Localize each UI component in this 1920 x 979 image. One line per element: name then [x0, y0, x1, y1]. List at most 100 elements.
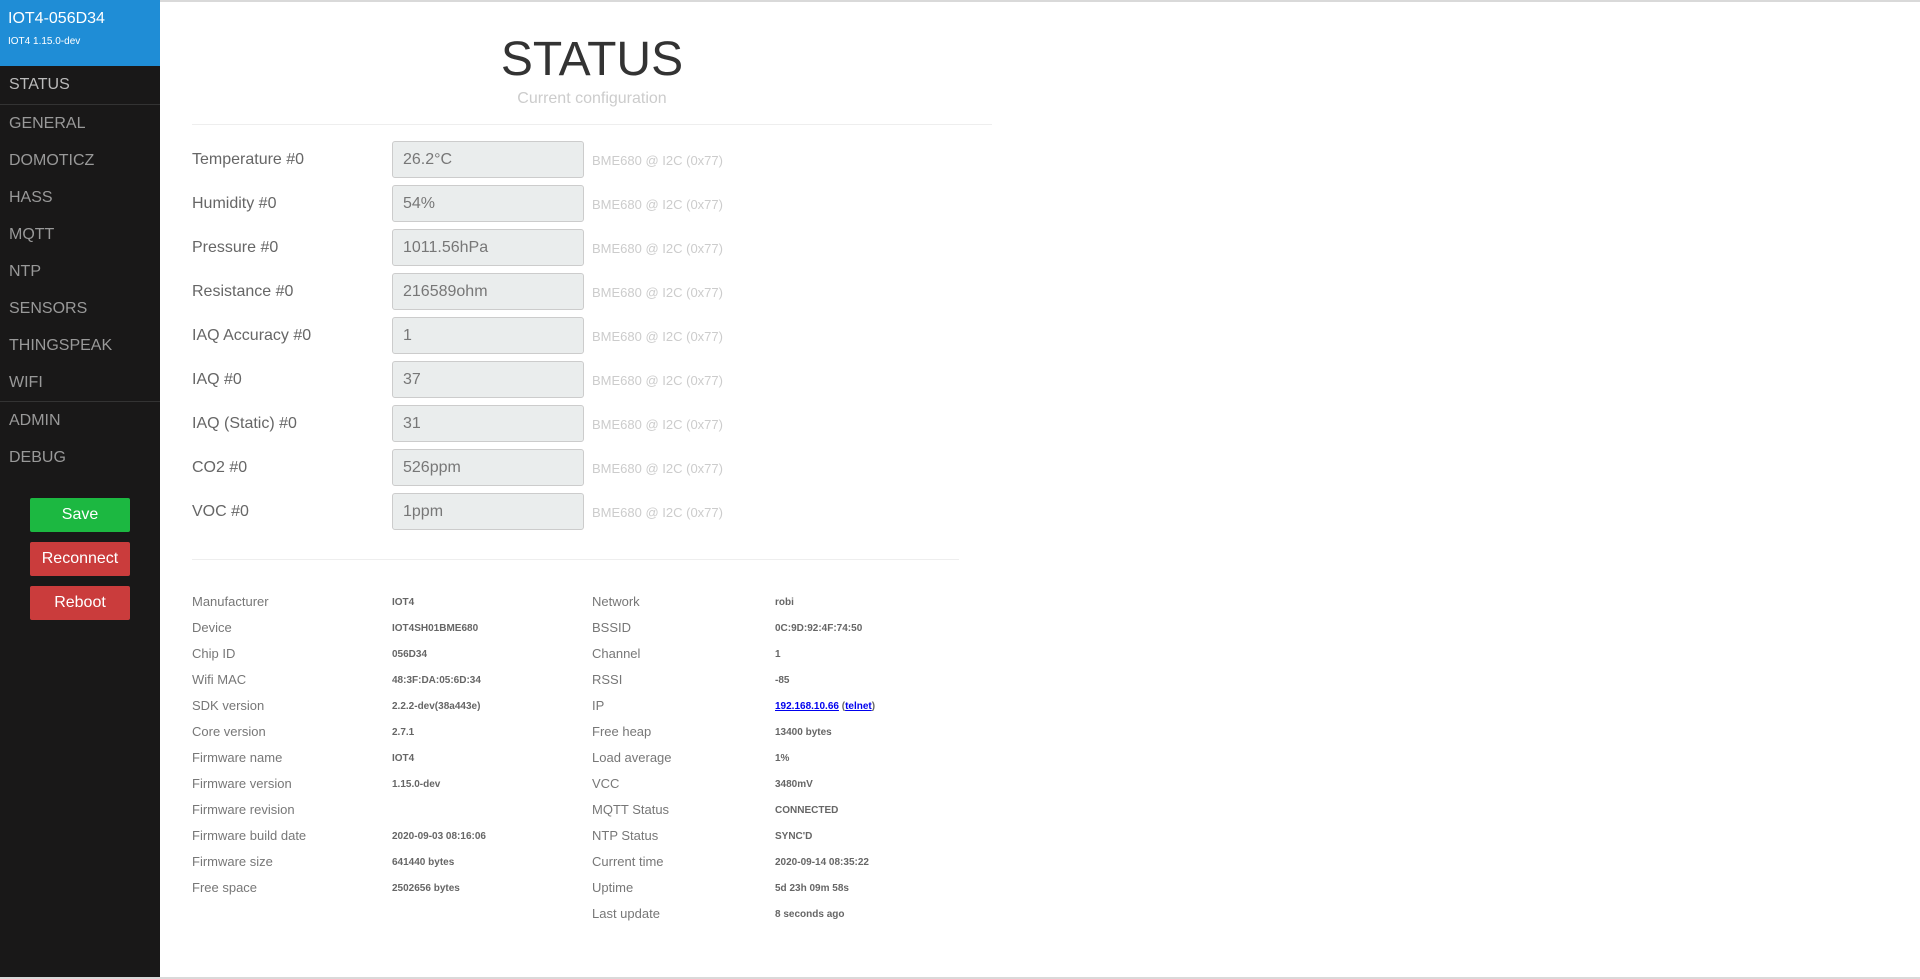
device-name: IOT4-056D34 — [8, 10, 105, 27]
info-value: -85 — [775, 675, 790, 686]
info-label: Firmware name — [192, 750, 283, 765]
iaq-static-field[interactable] — [392, 405, 584, 442]
info-label: Firmware size — [192, 854, 273, 869]
nav-item-wifi[interactable]: WIFI — [0, 364, 160, 401]
iaq-accuracy-field[interactable] — [392, 317, 584, 354]
info-row-sdk-version: SDK version 2.2.2-dev(38a443e) — [192, 696, 572, 722]
info-row-free-space: Free space 2502656 bytes — [192, 878, 572, 904]
info-label: Chip ID — [192, 646, 236, 661]
info-label: Uptime — [592, 880, 634, 895]
sensor-label: Humidity #0 — [192, 195, 277, 212]
info-value: IOT4SH01BME680 — [392, 623, 479, 634]
sensor-source: BME680 @ I2C (0x77) — [592, 505, 723, 520]
sensor-label: VOC #0 — [192, 503, 249, 520]
info-value: 641440 bytes — [392, 857, 455, 868]
info-value: 48:3F:DA:05:6D:34 — [392, 675, 481, 686]
info-row-ntp-status: NTP Status SYNC'D — [592, 826, 972, 852]
info-row-free-heap: Free heap 13400 bytes — [592, 722, 972, 748]
info-row-firmware-name: Firmware name IOT4 — [192, 748, 572, 774]
nav-item-mqtt[interactable]: MQTT — [0, 216, 160, 253]
resistance-field[interactable] — [392, 273, 584, 310]
nav-item-domoticz[interactable]: DOMOTICZ — [0, 142, 160, 179]
nav-item-thingspeak[interactable]: THINGSPEAK — [0, 327, 160, 364]
co2-field[interactable] — [392, 449, 584, 486]
sensor-label: IAQ Accuracy #0 — [192, 327, 312, 344]
info-value: SYNC'D — [775, 831, 813, 842]
reboot-button[interactable]: Reboot — [30, 586, 130, 620]
nav-item-label: DEBUG — [9, 449, 66, 466]
reconnect-button[interactable]: Reconnect — [30, 542, 130, 576]
info-row-firmware-build-date: Firmware build date 2020-09-03 08:16:06 — [192, 826, 572, 852]
sensor-row-resistance: Resistance #0 BME680 @ I2C (0x77) — [192, 272, 792, 316]
nav-item-ntp[interactable]: NTP — [0, 253, 160, 290]
nav-item-label: HASS — [9, 189, 53, 206]
info-row-network: Network robi — [592, 592, 972, 618]
ip-link[interactable]: 192.168.10.66 — [775, 701, 839, 712]
info-label: Free space — [192, 880, 258, 895]
sensor-source: BME680 @ I2C (0x77) — [592, 153, 723, 168]
nav-item-debug[interactable]: DEBUG — [0, 439, 160, 476]
nav-item-label: DOMOTICZ — [9, 152, 95, 169]
nav-item-general[interactable]: GENERAL — [0, 104, 160, 142]
nav-item-hass[interactable]: HASS — [0, 179, 160, 216]
info-label: Firmware version — [192, 776, 292, 791]
info-value: 8 seconds ago — [775, 909, 845, 920]
info-value: 0C:9D:92:4F:74:50 — [775, 623, 863, 634]
sensor-readings: Temperature #0 BME680 @ I2C (0x77) Humid… — [192, 140, 792, 536]
info-row-bssid: BSSID 0C:9D:92:4F:74:50 — [592, 618, 972, 644]
info-value: 3480mV — [775, 779, 813, 790]
info-label: NTP Status — [592, 828, 659, 843]
humidity-field[interactable] — [392, 185, 584, 222]
info-row-load-average: Load average 1% — [592, 748, 972, 774]
sensor-row-iaq: IAQ #0 BME680 @ I2C (0x77) — [192, 360, 792, 404]
info-label: Free heap — [592, 724, 652, 739]
nav-item-label: MQTT — [9, 226, 55, 243]
info-value: 1.15.0-dev — [392, 779, 441, 790]
top-border — [0, 0, 1920, 2]
iaq-field[interactable] — [392, 361, 584, 398]
info-row-vcc: VCC 3480mV — [592, 774, 972, 800]
temperature-field[interactable] — [392, 141, 584, 178]
voc-field[interactable] — [392, 493, 584, 530]
section-divider — [192, 559, 959, 560]
page-header: STATUS Current configuration — [192, 30, 992, 125]
pressure-field[interactable] — [392, 229, 584, 266]
info-row-firmware-size: Firmware size 641440 bytes — [192, 852, 572, 878]
info-row-uptime: Uptime 5d 23h 09m 58s — [592, 878, 972, 904]
info-row-firmware-revision: Firmware revision — [192, 800, 572, 826]
sensor-source: BME680 @ I2C (0x77) — [592, 461, 723, 476]
info-value: 2020-09-14 08:35:22 — [775, 857, 869, 868]
sensor-row-humidity: Humidity #0 BME680 @ I2C (0x77) — [192, 184, 792, 228]
nav-item-label: STATUS — [9, 76, 70, 93]
info-label: Wifi MAC — [192, 672, 247, 687]
nav-item-label: THINGSPEAK — [9, 337, 113, 354]
nav-item-sensors[interactable]: SENSORS — [0, 290, 160, 327]
info-row-channel: Channel 1 — [592, 644, 972, 670]
sensor-source: BME680 @ I2C (0x77) — [592, 197, 723, 212]
nav-item-label: WIFI — [9, 374, 43, 391]
info-value: 2020-09-03 08:16:06 — [392, 831, 486, 842]
info-label: IP — [592, 698, 605, 713]
info-value: 5d 23h 09m 58s — [775, 883, 849, 894]
device-info: Manufacturer IOT4 Device IOT4SH01BME680 Ch… — [192, 592, 572, 904]
info-label: Core version — [192, 724, 266, 739]
save-button[interactable]: Save — [30, 498, 130, 532]
info-value: robi — [775, 597, 794, 608]
info-value: 1 — [775, 649, 781, 660]
info-value: IOT4 — [392, 597, 415, 608]
info-value: CONNECTED — [775, 805, 839, 816]
sensor-label: Pressure #0 — [192, 239, 279, 256]
sensor-source: BME680 @ I2C (0x77) — [592, 373, 723, 388]
paren-close: ) — [871, 701, 876, 712]
info-value: IOT4 — [392, 753, 415, 764]
brand-header[interactable]: IOT4-056D34 IOT4 1.15.0-dev — [0, 0, 160, 66]
info-label: Firmware revision — [192, 802, 295, 817]
info-label: VCC — [592, 776, 620, 791]
info-row-mqtt-status: MQTT Status CONNECTED — [592, 800, 972, 826]
nav-item-status[interactable]: STATUS — [0, 66, 160, 104]
info-value: 2502656 bytes — [392, 883, 460, 894]
nav-item-admin[interactable]: ADMIN — [0, 401, 160, 439]
info-value: 192.168.10.66 (telnet) — [775, 701, 875, 712]
info-value: 056D34 — [392, 649, 428, 660]
telnet-link[interactable]: telnet — [845, 701, 872, 712]
